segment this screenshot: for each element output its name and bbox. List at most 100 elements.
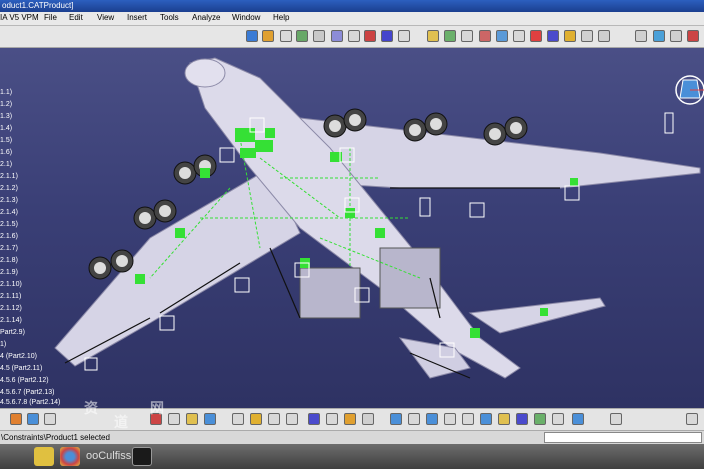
assembly-icon[interactable] xyxy=(246,30,258,42)
help-icon[interactable] xyxy=(286,413,298,425)
formula-icon[interactable] xyxy=(232,413,244,425)
knowledge-icon[interactable] xyxy=(250,413,262,425)
tree-item[interactable]: 4.5.6.7.8 (Part2.14) xyxy=(0,399,60,406)
hide-show-icon[interactable] xyxy=(552,413,564,425)
tree-item[interactable]: 2.1.12) xyxy=(0,305,22,312)
tree-item[interactable]: 2.1.14) xyxy=(0,317,22,324)
clash-icon[interactable] xyxy=(670,30,682,42)
update-icon[interactable] xyxy=(27,413,39,425)
paste-icon[interactable] xyxy=(186,413,198,425)
tree-item[interactable]: 2.1.8) xyxy=(0,257,18,264)
close-tool-icon[interactable] xyxy=(687,30,699,42)
fix-icon[interactable] xyxy=(564,30,576,42)
fix-together-icon[interactable] xyxy=(581,30,593,42)
coincidence-icon[interactable] xyxy=(496,30,508,42)
cargo-bay-right xyxy=(379,247,441,309)
zoom-out-icon[interactable] xyxy=(462,413,474,425)
aircraft-model[interactable] xyxy=(0,48,704,408)
angle-icon[interactable] xyxy=(547,30,559,42)
sectioning-icon[interactable] xyxy=(653,30,665,42)
quick-constraint-icon[interactable] xyxy=(598,30,610,42)
menu-view[interactable]: View xyxy=(97,13,114,22)
measure-item-icon[interactable] xyxy=(686,413,698,425)
shading-icon[interactable] xyxy=(534,413,546,425)
menu-help[interactable]: Help xyxy=(273,13,289,22)
select-icon[interactable] xyxy=(10,413,22,425)
explode-icon[interactable] xyxy=(461,30,473,42)
window-title: oduct1.CATProduct] xyxy=(2,1,74,10)
tree-item[interactable]: 1.5) xyxy=(0,137,12,144)
tree-item[interactable]: 4.5 (Part2.11) xyxy=(0,365,42,372)
zoom-in-icon[interactable] xyxy=(444,413,456,425)
tree-item[interactable]: Part2.9) xyxy=(0,329,25,336)
catalog-icon[interactable] xyxy=(344,413,356,425)
reorder-icon[interactable] xyxy=(364,30,376,42)
menu-tools[interactable]: Tools xyxy=(160,13,179,22)
comment-icon[interactable] xyxy=(268,413,280,425)
undo-icon[interactable] xyxy=(204,413,216,425)
scene-icon[interactable] xyxy=(362,413,374,425)
tree-item[interactable]: 1.4) xyxy=(0,125,12,132)
tree-item[interactable]: 4.5.6.7 (Part2.13) xyxy=(0,389,54,396)
tree-item[interactable]: 2.1.5) xyxy=(0,221,18,228)
compass-widget xyxy=(675,75,704,105)
normal-view-icon[interactable] xyxy=(480,413,492,425)
replace-icon[interactable] xyxy=(331,30,343,42)
part-icon[interactable] xyxy=(296,30,308,42)
copy-icon[interactable] xyxy=(168,413,180,425)
tree-item[interactable]: 1.2) xyxy=(0,101,12,108)
fly-mode-icon[interactable] xyxy=(44,413,56,425)
menu-edit[interactable]: Edit xyxy=(69,13,83,22)
product-icon[interactable] xyxy=(280,30,292,42)
right-stabilizer xyxy=(468,297,606,334)
existing-component-icon[interactable] xyxy=(313,30,325,42)
tree-item[interactable]: 2.1.3) xyxy=(0,197,18,204)
tree-item[interactable]: 1.1) xyxy=(0,89,12,96)
menu-window[interactable]: Window xyxy=(232,13,260,22)
swap-space-icon[interactable] xyxy=(572,413,584,425)
tree-item[interactable]: 1) xyxy=(0,341,6,348)
tree-item[interactable]: 1.3) xyxy=(0,113,12,120)
pan-icon[interactable] xyxy=(408,413,420,425)
contact-icon[interactable] xyxy=(513,30,525,42)
catia-task-icon[interactable] xyxy=(132,447,152,466)
manipulate-icon[interactable] xyxy=(427,30,439,42)
tree-item[interactable]: 2.1.9) xyxy=(0,269,18,276)
tree-item[interactable]: 2.1.2) xyxy=(0,185,18,192)
material-icon[interactable] xyxy=(610,413,622,425)
tree-item[interactable]: 2.1.1) xyxy=(0,173,18,180)
rotate-icon[interactable] xyxy=(426,413,438,425)
tree-item[interactable]: 2.1.10) xyxy=(0,281,22,288)
measure-icon[interactable] xyxy=(635,30,647,42)
menu-file[interactable]: File xyxy=(44,13,57,22)
top-toolbar xyxy=(0,26,704,48)
command-input[interactable] xyxy=(544,432,702,443)
chrome-icon[interactable] xyxy=(60,447,80,466)
tree-item[interactable]: 2.1.7) xyxy=(0,245,18,252)
folder-icon[interactable] xyxy=(34,447,54,466)
table-icon[interactable] xyxy=(308,413,320,425)
tree-item[interactable]: 2.1) xyxy=(0,161,12,168)
selective-load-icon[interactable] xyxy=(398,30,410,42)
snapshot-icon[interactable] xyxy=(326,413,338,425)
component-icon[interactable] xyxy=(262,30,274,42)
menu-bar: IA V5 VPM File Edit View Insert Tools An… xyxy=(0,12,704,26)
tree-item[interactable]: 2.1.11) xyxy=(0,293,21,300)
tree-item[interactable]: 4.5.6 (Part2.12) xyxy=(0,377,49,384)
offset-icon[interactable] xyxy=(530,30,542,42)
multi-view-icon[interactable] xyxy=(498,413,510,425)
watermark: 网 xyxy=(150,400,164,416)
fit-all-icon[interactable] xyxy=(390,413,402,425)
tree-item[interactable]: 2.1.6) xyxy=(0,233,18,240)
stop-manipulate-icon[interactable] xyxy=(479,30,491,42)
numbering-icon[interactable] xyxy=(381,30,393,42)
3d-viewport[interactable]: 1.1) 1.2) 1.3) 1.4) 1.5) 1.6) 2.1) 2.1.1… xyxy=(0,48,704,408)
tree-item[interactable]: 4 (Part2.10) xyxy=(0,353,37,360)
snap-icon[interactable] xyxy=(444,30,456,42)
menu-analyze[interactable]: Analyze xyxy=(192,13,220,22)
menu-insert[interactable]: Insert xyxy=(127,13,147,22)
iso-view-icon[interactable] xyxy=(516,413,528,425)
graph-tree-icon[interactable] xyxy=(348,30,360,42)
tree-item[interactable]: 1.6) xyxy=(0,149,12,156)
tree-item[interactable]: 2.1.4) xyxy=(0,209,18,216)
